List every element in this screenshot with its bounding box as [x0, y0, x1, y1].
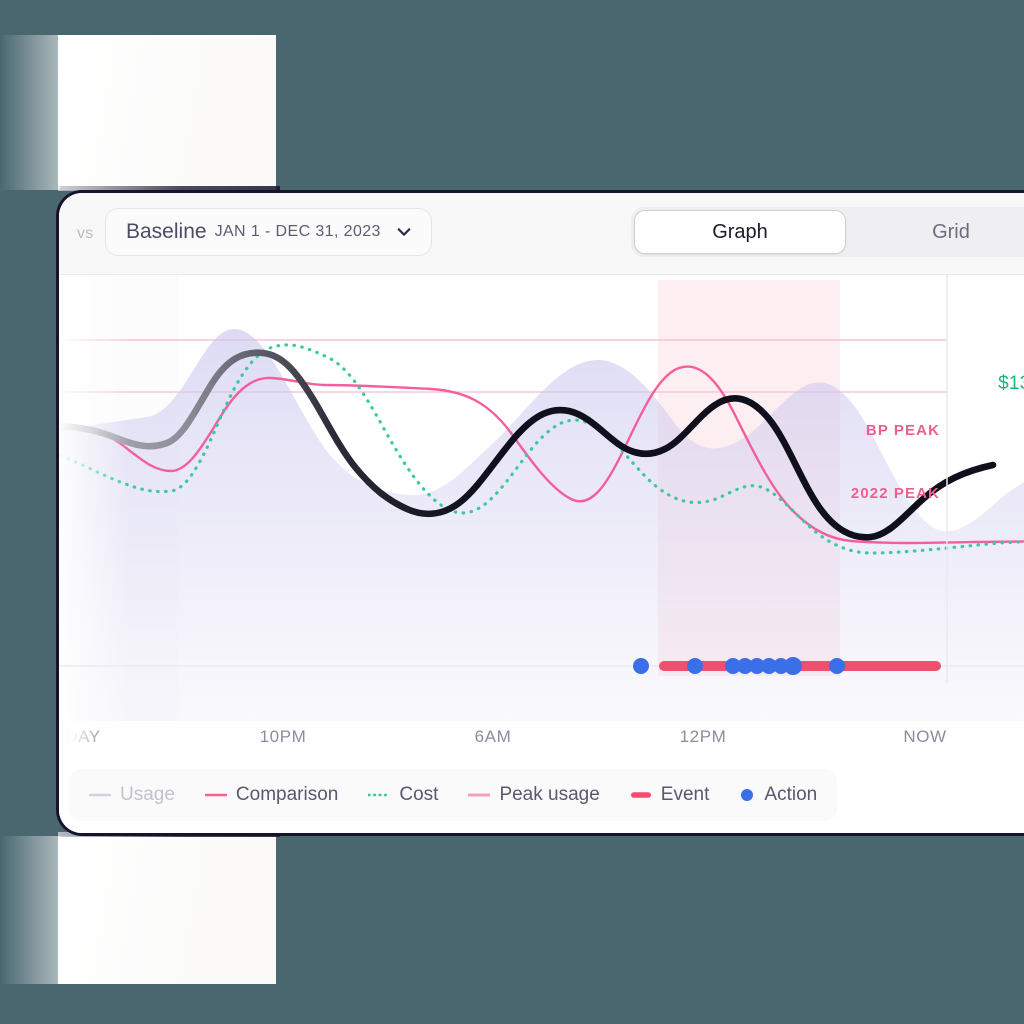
legend-item-comparison[interactable]: Comparison: [204, 784, 339, 806]
legend-label-peak-usage: Peak usage: [499, 784, 600, 805]
dotted-line-swatch-icon: [368, 793, 391, 797]
view-toggle: Graph Grid: [631, 207, 1024, 257]
x-tick-1: 10PM: [259, 727, 307, 746]
line-swatch-icon: [89, 793, 111, 797]
dot-swatch-icon: [741, 789, 754, 801]
x-tick-0: DAY: [65, 727, 101, 746]
baseline-name: Baseline: [126, 220, 207, 243]
legend-item-cost[interactable]: Cost: [368, 784, 438, 806]
tab-graph[interactable]: Graph: [634, 210, 846, 254]
bar-swatch-icon: [630, 792, 651, 798]
chart-legend: Usage Comparison Cost Peak usage Event A…: [69, 769, 838, 821]
tab-grid[interactable]: Grid: [846, 210, 1024, 254]
line-swatch-icon: [204, 793, 227, 797]
legend-label-event: Event: [660, 784, 710, 805]
x-tick-2: 6AM: [474, 727, 512, 746]
background-panel-bottom-fade: [0, 836, 60, 984]
legend-item-event[interactable]: Event: [630, 784, 710, 806]
reference-label-2022-peak: 2022 PEAK: [850, 485, 940, 502]
legend-item-action[interactable]: Action: [739, 784, 817, 806]
line-swatch-icon: [468, 793, 491, 797]
legend-label-comparison: Comparison: [235, 784, 339, 805]
baseline-range: JAN 1 - DEC 31, 2023: [214, 223, 381, 240]
vs-label: vs: [77, 225, 94, 242]
legend-item-usage[interactable]: Usage: [89, 784, 175, 806]
background-panel-top-fade: [0, 35, 60, 190]
legend-item-peak-usage[interactable]: Peak usage: [468, 784, 600, 806]
chart-card: vs Baseline JAN 1 - DEC 31, 2023 Graph G…: [56, 190, 1024, 836]
x-tick-3: 12PM: [679, 727, 727, 746]
background-panel-top: [58, 35, 276, 190]
y-axis-max-label: $1384: [998, 373, 1024, 394]
baseline-selector[interactable]: Baseline JAN 1 - DEC 31, 2023: [105, 208, 432, 256]
chevron-down-icon: [397, 228, 411, 236]
legend-label-cost: Cost: [399, 784, 439, 805]
background-panel-bottom: [58, 836, 276, 984]
legend-label-action: Action: [764, 784, 818, 805]
x-axis: DAY 10PM 6AM 12PM NOW: [59, 721, 1024, 761]
legend-container: Usage Comparison Cost Peak usage Event A…: [59, 761, 1024, 833]
chart-plot-area: $1384 $743 BP PEAK 2022 PEAK: [59, 275, 1024, 721]
legend-label-usage: Usage: [120, 784, 175, 805]
x-tick-4: NOW: [903, 727, 947, 746]
screen-root: vs Baseline JAN 1 - DEC 31, 2023 Graph G…: [0, 0, 1024, 1024]
card-header: vs Baseline JAN 1 - DEC 31, 2023 Graph G…: [59, 193, 1024, 275]
reference-label-bp-peak: BP PEAK: [865, 422, 940, 439]
